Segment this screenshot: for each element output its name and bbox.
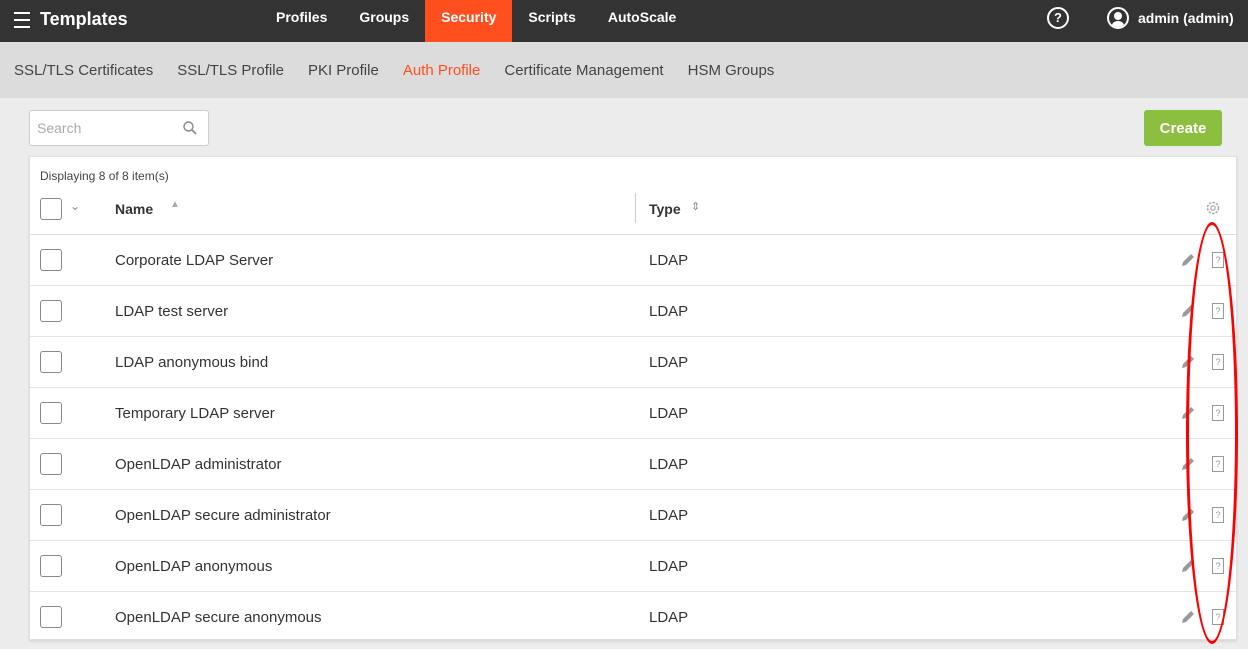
delete-icon[interactable]: ? xyxy=(1212,507,1224,523)
help-icon[interactable]: ? xyxy=(1047,7,1069,29)
edit-icon[interactable] xyxy=(1180,507,1196,523)
nav-groups[interactable]: Groups xyxy=(343,0,425,42)
table-row[interactable]: LDAP anonymous bind LDAP ? xyxy=(30,337,1236,388)
row-name: LDAP anonymous bind xyxy=(115,354,269,371)
tab-pki-profile[interactable]: PKI Profile xyxy=(308,62,379,79)
menu-icon[interactable] xyxy=(14,12,30,28)
chevron-down-icon[interactable]: ⌄ xyxy=(70,199,80,213)
top-bar: Templates Profiles Groups Security Scrip… xyxy=(0,0,1248,42)
row-checkbox[interactable] xyxy=(40,351,62,373)
user-menu[interactable]: admin (admin) xyxy=(1138,10,1234,26)
row-checkbox[interactable] xyxy=(40,300,62,322)
row-name: OpenLDAP administrator xyxy=(115,456,282,473)
table-row[interactable]: Corporate LDAP Server LDAP ? xyxy=(30,235,1236,286)
delete-icon[interactable]: ? xyxy=(1212,558,1224,574)
row-type: LDAP xyxy=(649,354,689,371)
table-row[interactable]: OpenLDAP secure anonymous LDAP ? xyxy=(30,592,1236,643)
row-name: OpenLDAP anonymous xyxy=(115,558,273,575)
edit-icon[interactable] xyxy=(1180,456,1196,472)
table-row[interactable]: LDAP test server LDAP ? xyxy=(30,286,1236,337)
row-checkbox[interactable] xyxy=(40,453,62,475)
table-row[interactable]: OpenLDAP anonymous LDAP ? xyxy=(30,541,1236,592)
table-header: ⌄ Name ▲ Type ⇕ xyxy=(30,185,1236,235)
row-type: LDAP xyxy=(649,303,689,320)
row-type: LDAP xyxy=(649,507,689,524)
column-divider[interactable] xyxy=(635,193,636,223)
search-input[interactable] xyxy=(30,111,180,145)
row-checkbox[interactable] xyxy=(40,504,62,526)
edit-icon[interactable] xyxy=(1180,354,1196,370)
row-name: OpenLDAP secure administrator xyxy=(115,507,331,524)
nav-profiles[interactable]: Profiles xyxy=(260,0,343,42)
row-type: LDAP xyxy=(649,456,689,473)
select-all-checkbox[interactable] xyxy=(40,198,62,220)
tab-certificate-management[interactable]: Certificate Management xyxy=(504,62,663,79)
row-type: LDAP xyxy=(649,558,689,575)
nav-security[interactable]: Security xyxy=(425,0,513,42)
sort-both-icon[interactable]: ⇕ xyxy=(691,200,700,213)
row-name: OpenLDAP secure anonymous xyxy=(115,609,322,626)
search-box xyxy=(29,110,209,146)
tab-auth-profile[interactable]: Auth Profile xyxy=(403,62,481,79)
row-type: LDAP xyxy=(649,405,689,422)
delete-icon[interactable]: ? xyxy=(1212,354,1224,370)
delete-icon[interactable]: ? xyxy=(1212,303,1224,319)
table-row[interactable]: OpenLDAP administrator LDAP ? xyxy=(30,439,1236,490)
search-icon[interactable] xyxy=(182,120,198,136)
delete-icon[interactable]: ? xyxy=(1212,456,1224,472)
row-name: Temporary LDAP server xyxy=(115,405,275,422)
row-checkbox[interactable] xyxy=(40,249,62,271)
row-checkbox[interactable] xyxy=(40,555,62,577)
sub-nav: SSL/TLS Certificates SSL/TLS Profile PKI… xyxy=(0,42,1248,98)
nav-autoscale[interactable]: AutoScale xyxy=(592,0,692,42)
delete-icon[interactable]: ? xyxy=(1212,405,1224,421)
edit-icon[interactable] xyxy=(1180,303,1196,319)
avatar-icon[interactable] xyxy=(1107,7,1129,29)
row-checkbox[interactable] xyxy=(40,606,62,628)
delete-icon[interactable]: ? xyxy=(1212,609,1224,625)
column-name[interactable]: Name xyxy=(115,201,153,217)
sort-asc-icon[interactable]: ▲ xyxy=(170,199,180,210)
table-row[interactable]: Temporary LDAP server LDAP ? xyxy=(30,388,1236,439)
row-type: LDAP xyxy=(649,609,689,626)
gear-icon[interactable] xyxy=(1204,199,1222,217)
table-row[interactable]: OpenLDAP secure administrator LDAP ? xyxy=(30,490,1236,541)
nav-scripts[interactable]: Scripts xyxy=(512,0,591,42)
item-count: Displaying 8 of 8 item(s) xyxy=(40,169,169,183)
app-title: Templates xyxy=(40,9,128,29)
create-button[interactable]: Create xyxy=(1144,110,1222,146)
auth-profile-table: Displaying 8 of 8 item(s) ⌄ Name ▲ Type … xyxy=(29,156,1237,643)
row-checkbox[interactable] xyxy=(40,402,62,424)
main-nav: Profiles Groups Security Scripts AutoSca… xyxy=(260,0,692,42)
edit-icon[interactable] xyxy=(1180,405,1196,421)
edit-icon[interactable] xyxy=(1180,252,1196,268)
tab-ssl-tls-certificates[interactable]: SSL/TLS Certificates xyxy=(14,62,153,79)
column-type[interactable]: Type xyxy=(649,201,681,217)
row-name: LDAP test server xyxy=(115,303,229,320)
edit-icon[interactable] xyxy=(1180,558,1196,574)
row-type: LDAP xyxy=(649,252,689,269)
tab-ssl-tls-profile[interactable]: SSL/TLS Profile xyxy=(177,62,284,79)
row-name: Corporate LDAP Server xyxy=(115,252,274,269)
tab-hsm-groups[interactable]: HSM Groups xyxy=(688,62,775,79)
edit-icon[interactable] xyxy=(1180,609,1196,625)
delete-icon[interactable]: ? xyxy=(1212,252,1224,268)
